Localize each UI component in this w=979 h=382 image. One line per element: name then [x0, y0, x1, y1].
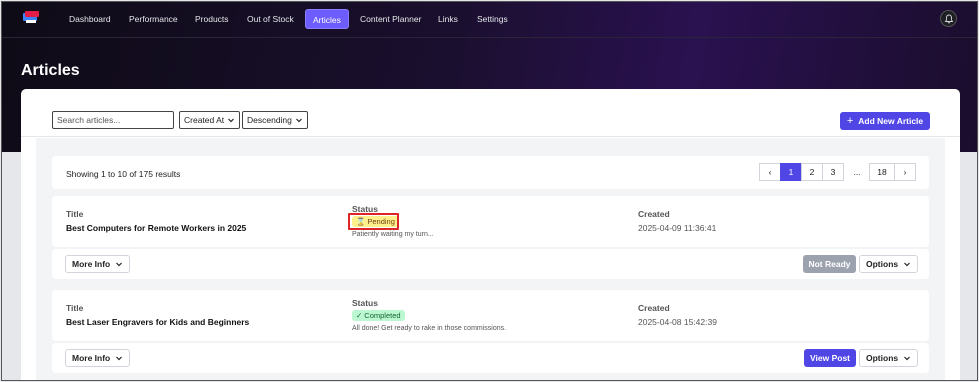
top-nav: Dashboard Performance Products Out of St… — [2, 2, 977, 38]
sort-order-select[interactable]: Descending — [242, 111, 308, 129]
chevron-down-icon — [228, 118, 235, 123]
created-label: Created — [638, 209, 670, 219]
article-card: Title Best Computers for Remote Workers … — [52, 196, 929, 247]
page-title: Articles — [21, 62, 80, 79]
nav-dashboard[interactable]: Dashboard — [62, 9, 118, 29]
view-post-button[interactable]: View Post — [804, 349, 856, 367]
check-icon: ✓ — [356, 311, 363, 320]
chevron-down-icon — [116, 262, 123, 267]
results-bar: Showing 1 to 10 of 175 results ‹ 1 2 3 .… — [52, 156, 929, 189]
more-info-label: More Info — [72, 259, 111, 269]
pagination-next[interactable]: › — [894, 163, 916, 181]
more-info-button[interactable]: More Info — [65, 255, 131, 273]
status-badge: ✓ Completed — [352, 310, 405, 321]
notifications-button[interactable] — [940, 10, 957, 27]
nav-out-of-stock[interactable]: Out of Stock — [240, 9, 301, 29]
pagination-page-1[interactable]: 1 — [780, 163, 802, 181]
pagination-prev[interactable]: ‹ — [759, 163, 781, 181]
created-date: 2025-04-08 15:42:39 — [638, 317, 717, 327]
pagination: ‹ 1 2 3 ... 18 › — [759, 163, 916, 181]
pagination-page-3[interactable]: 3 — [822, 163, 844, 181]
nav-content-planner[interactable]: Content Planner — [353, 9, 428, 29]
status-note: Patiently waiting my turn... — [352, 231, 434, 238]
nav-performance[interactable]: Performance — [122, 9, 185, 29]
filter-toolbar: Created At Descending + Add New Article — [21, 89, 960, 137]
sort-field-value: Created At — [184, 115, 225, 125]
bell-icon — [944, 14, 953, 23]
add-new-article-button[interactable]: + Add New Article — [840, 112, 930, 130]
chevron-down-icon — [116, 356, 123, 361]
chevron-down-icon — [904, 356, 911, 361]
sort-field-select[interactable]: Created At — [179, 111, 241, 129]
options-button[interactable]: Options — [859, 349, 919, 367]
more-info-label: More Info — [72, 353, 111, 363]
app-window: Dashboard Performance Products Out of St… — [1, 1, 978, 381]
nav-settings[interactable]: Settings — [470, 9, 515, 29]
status-note: All done! Get ready to rake in those com… — [352, 325, 507, 332]
plus-icon: + — [846, 115, 854, 127]
add-new-article-label: Add New Article — [858, 116, 924, 126]
pagination-ellipsis: ... — [853, 167, 861, 177]
created-label: Created — [638, 303, 670, 313]
article-actions-bar: More Info Not Ready Options — [52, 249, 929, 279]
articles-panel: Created At Descending + Add New Article … — [21, 89, 960, 380]
status-highlight-box — [348, 213, 399, 230]
status-label: Status — [352, 298, 378, 308]
results-summary: Showing 1 to 10 of 175 results — [66, 169, 181, 179]
title-label: Title — [66, 303, 84, 313]
article-title: Best Computers for Remote Workers in 202… — [66, 223, 247, 233]
sort-order-value: Descending — [247, 115, 292, 125]
status-text: Completed — [364, 311, 401, 320]
title-label: Title — [66, 209, 84, 219]
app-logo-icon[interactable] — [22, 10, 40, 26]
more-info-button[interactable]: More Info — [65, 349, 131, 367]
chevron-down-icon — [295, 118, 302, 123]
articles-list-area: Showing 1 to 10 of 175 results ‹ 1 2 3 .… — [36, 138, 945, 380]
article-actions-bar: More Info View Post Options — [52, 343, 929, 373]
nav-articles[interactable]: Articles — [305, 9, 349, 29]
options-button[interactable]: Options — [859, 255, 919, 273]
article-card: Title Best Laser Engravers for Kids and … — [52, 290, 929, 341]
article-title: Best Laser Engravers for Kids and Beginn… — [66, 317, 250, 327]
options-label: Options — [866, 353, 899, 363]
options-label: Options — [866, 259, 899, 269]
created-date: 2025-04-09 11:36:41 — [638, 223, 717, 233]
pagination-page-last[interactable]: 18 — [869, 163, 895, 181]
nav-links[interactable]: Links — [431, 9, 465, 29]
chevron-down-icon — [904, 262, 911, 267]
search-input[interactable] — [52, 111, 174, 129]
pagination-page-2[interactable]: 2 — [801, 163, 823, 181]
nav-products[interactable]: Products — [188, 9, 236, 29]
not-ready-button[interactable]: Not Ready — [803, 255, 856, 273]
